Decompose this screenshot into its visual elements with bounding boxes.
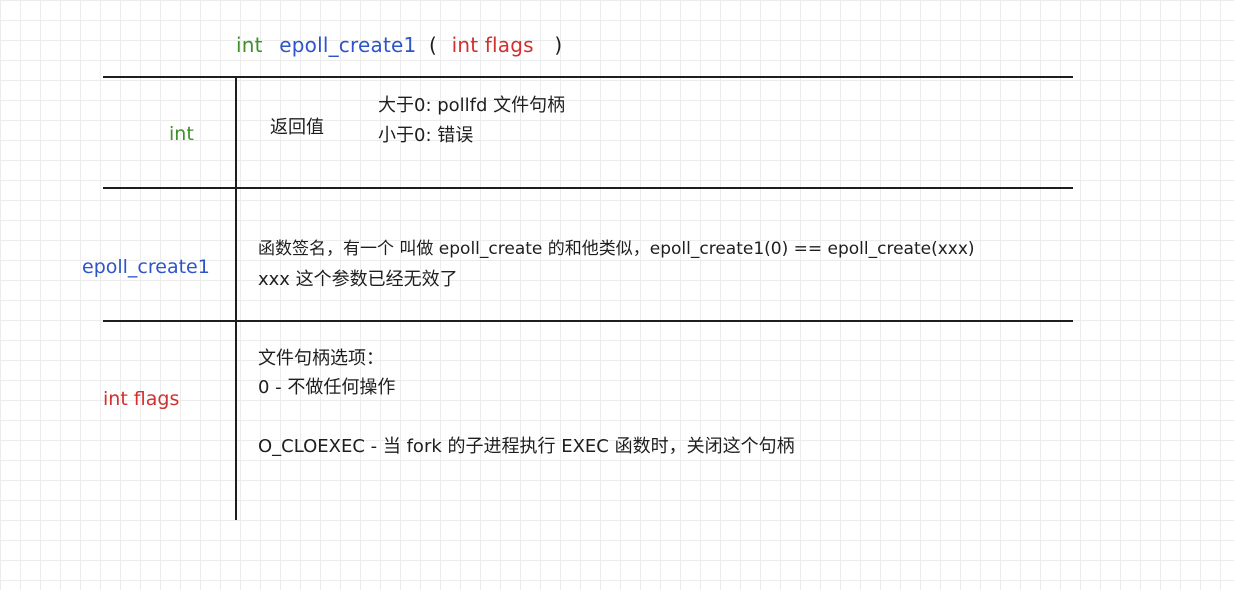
signature-open-paren: (: [428, 33, 437, 57]
function-description-line-1: 函数签名，有一个 叫做 epoll_create 的和他类似，epoll_cre…: [258, 239, 975, 259]
signature-param: int flags: [451, 33, 534, 57]
row-divider-2: [103, 320, 1073, 322]
row-label-param: int flags: [103, 388, 180, 410]
return-value-line-2: 小于0: 错误: [378, 125, 474, 146]
flags-option-zero: 0 - 不做任何操作: [258, 377, 396, 398]
signature-return-type: int: [236, 33, 263, 57]
row-label-function-name: epoll_create1: [82, 256, 210, 278]
row-heading-return-value: 返回值: [270, 117, 324, 138]
signature-close-paren: ): [554, 33, 563, 57]
return-value-line-1: 大于0: pollfd 文件句柄: [378, 95, 566, 116]
function-description-line-2: xxx 这个参数已经无效了: [258, 269, 458, 290]
row-label-return-type: int: [169, 123, 194, 145]
table-top-border: [103, 76, 1073, 78]
flags-heading: 文件句柄选项：: [258, 348, 384, 369]
column-divider: [235, 77, 237, 520]
flags-option-cloexec: O_CLOEXEC - 当 fork 的子进程执行 EXEC 函数时，关闭这个句…: [258, 436, 795, 457]
function-signature: int epoll_create1 ( int flags ): [236, 33, 562, 57]
signature-function-name: epoll_create1: [279, 33, 417, 57]
row-divider-1: [103, 187, 1073, 189]
